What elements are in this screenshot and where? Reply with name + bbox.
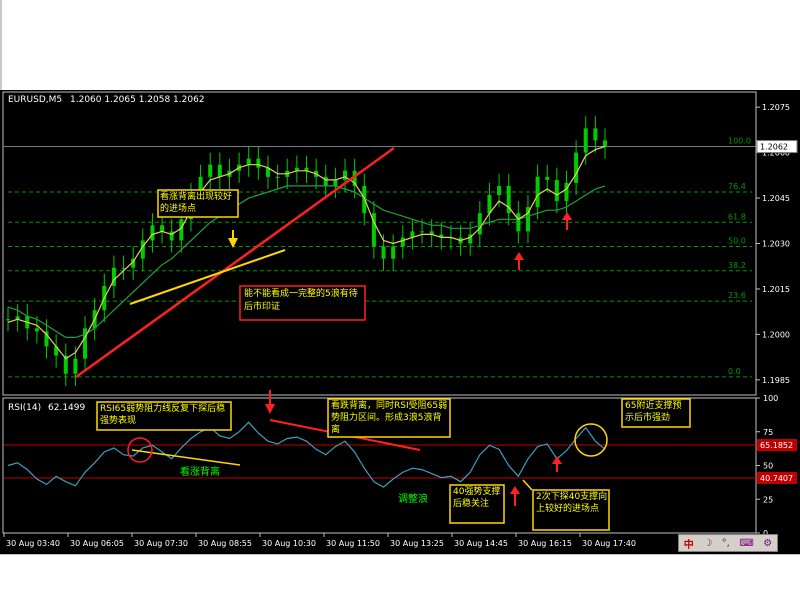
chart-svg[interactable]: EURUSD,M5 1.2060 1.2065 1.2058 1.2062 RS… (0, 90, 800, 554)
rsi-axis-label: 100 (763, 394, 778, 403)
x-axis-label: 30 Aug 16:15 (518, 539, 572, 548)
x-axis-label: 30 Aug 03:40 (6, 539, 60, 548)
annotation-text: RSI65弱势阻力线反复下探后稳强势表现 (100, 404, 226, 426)
x-axis-label: 30 Aug 08:55 (198, 539, 252, 548)
settings-icon[interactable]: ⚙ (763, 538, 772, 549)
arrow-down-icon (265, 390, 275, 414)
annotation-text: 看涨背离出现较好的进场点 (160, 192, 233, 214)
window-bottom-area (0, 554, 800, 600)
moon-icon[interactable]: ☽ (703, 538, 712, 549)
candle-body (169, 231, 174, 241)
candle-body (497, 185, 502, 196)
candle-body (343, 170, 348, 180)
rsi-bullish-divergence-line (131, 449, 241, 466)
candle-body (73, 358, 78, 374)
rsi-value-label: 62.1499 (48, 403, 85, 413)
punctuation-icon[interactable]: °, (722, 538, 730, 549)
candle-body (420, 231, 425, 233)
fib-level-label: 100.0 (728, 137, 751, 146)
candle-body (121, 267, 126, 269)
candle-body (583, 128, 588, 153)
arrow-up-icon (562, 212, 572, 230)
arrow-down-icon (228, 230, 238, 248)
fib-level-label: 50.0 (728, 237, 746, 246)
candle-body (400, 237, 405, 247)
rsi-axis-label: 75 (763, 428, 773, 437)
x-axis-label: 30 Aug 17:40 (582, 539, 636, 548)
candle-body (535, 176, 540, 208)
fib-level-label: 23.6 (728, 291, 746, 300)
candle-body (593, 128, 598, 141)
candle-body (487, 195, 492, 214)
annotation-text: 能不能看成一完整的5浪有待后市印证 (244, 289, 358, 312)
rsi-axis-label: 25 (763, 495, 773, 504)
price-axis-label: 1.2000 (762, 330, 790, 339)
x-axis-label: 30 Aug 13:25 (390, 539, 444, 548)
candle-body (516, 213, 521, 232)
fib-level-label: 38.2 (728, 261, 746, 270)
annotation-text: 看跌背离，同时RSI受阻65弱势阻力区间。形成3浪5浪背离 (331, 401, 448, 435)
candle-body (554, 179, 559, 202)
fib-level-label: 76.4 (728, 182, 746, 191)
window-top-area (0, 0, 800, 90)
rsi-level-label: 65.1852 (760, 441, 793, 450)
arrow-up-icon (552, 456, 562, 472)
chart-window[interactable]: EURUSD,M5 1.2060 1.2065 1.2058 1.2062 RS… (0, 90, 800, 554)
symbol-label: EURUSD,M5 (8, 95, 62, 105)
candle-body (391, 246, 396, 259)
x-axis-label: 30 Aug 06:05 (70, 539, 124, 548)
annotation-text: 65附近支撑预示后市强劲 (625, 401, 682, 423)
candle-body (150, 225, 155, 241)
annotation-text: 看涨背离 (180, 465, 220, 478)
system-tray[interactable]: 中 ☽ °, ⌨ ⚙ (678, 534, 778, 552)
arrow-icon (522, 479, 533, 491)
candle-body (160, 225, 165, 232)
candle-body (246, 158, 251, 165)
rsi-level-label: 40.7407 (760, 474, 793, 483)
rsi-header-label: RSI(14) (8, 403, 41, 413)
x-axis-label: 30 Aug 10:30 (262, 539, 316, 548)
x-axis-label: 30 Aug 11:50 (326, 539, 380, 548)
annotation-text: 40强势支撑后稳关注 (453, 487, 501, 509)
price-axis-label: 1.2030 (762, 240, 790, 249)
candle-body (275, 176, 280, 178)
candle-body (381, 246, 386, 259)
current-price-label: 1.2062 (760, 143, 788, 152)
candle-body (333, 179, 338, 186)
candle-body (208, 164, 213, 177)
keyboard-icon[interactable]: ⌨ (739, 538, 753, 549)
candle-body (564, 182, 569, 202)
price-axis-label: 1.2075 (762, 103, 790, 112)
candle-body (6, 319, 10, 321)
candle-body (477, 213, 482, 235)
price-axis-label: 1.2045 (762, 194, 790, 203)
candle-body (603, 140, 607, 147)
rsi-axis-label: 50 (763, 462, 773, 471)
annotation-text: 调整浪 (398, 492, 428, 505)
fib-level-label: 0.0 (728, 367, 741, 376)
arrow-up-icon (510, 486, 520, 506)
fib-level-label: 61.8 (728, 212, 746, 221)
candle-body (256, 158, 261, 168)
arrow-up-icon (514, 252, 524, 270)
candle-body (545, 176, 550, 180)
rsi-line (7, 421, 606, 488)
candle-body (34, 328, 39, 332)
x-axis-label: 30 Aug 07:30 (134, 539, 188, 548)
candle-body (323, 176, 328, 186)
highlight-circle (574, 423, 608, 457)
price-axis-label: 1.1985 (762, 376, 790, 385)
candle-body (574, 152, 579, 183)
candle-body (217, 164, 222, 177)
ohlc-label: 1.2060 1.2065 1.2058 1.2062 (70, 95, 205, 105)
x-axis-label: 30 Aug 14:45 (454, 539, 508, 548)
price-axis-label: 1.2015 (762, 285, 790, 294)
ime-indicator[interactable]: 中 (684, 536, 694, 551)
annotation-text: 2次下探40支撑向上较好的进场点 (536, 492, 608, 514)
